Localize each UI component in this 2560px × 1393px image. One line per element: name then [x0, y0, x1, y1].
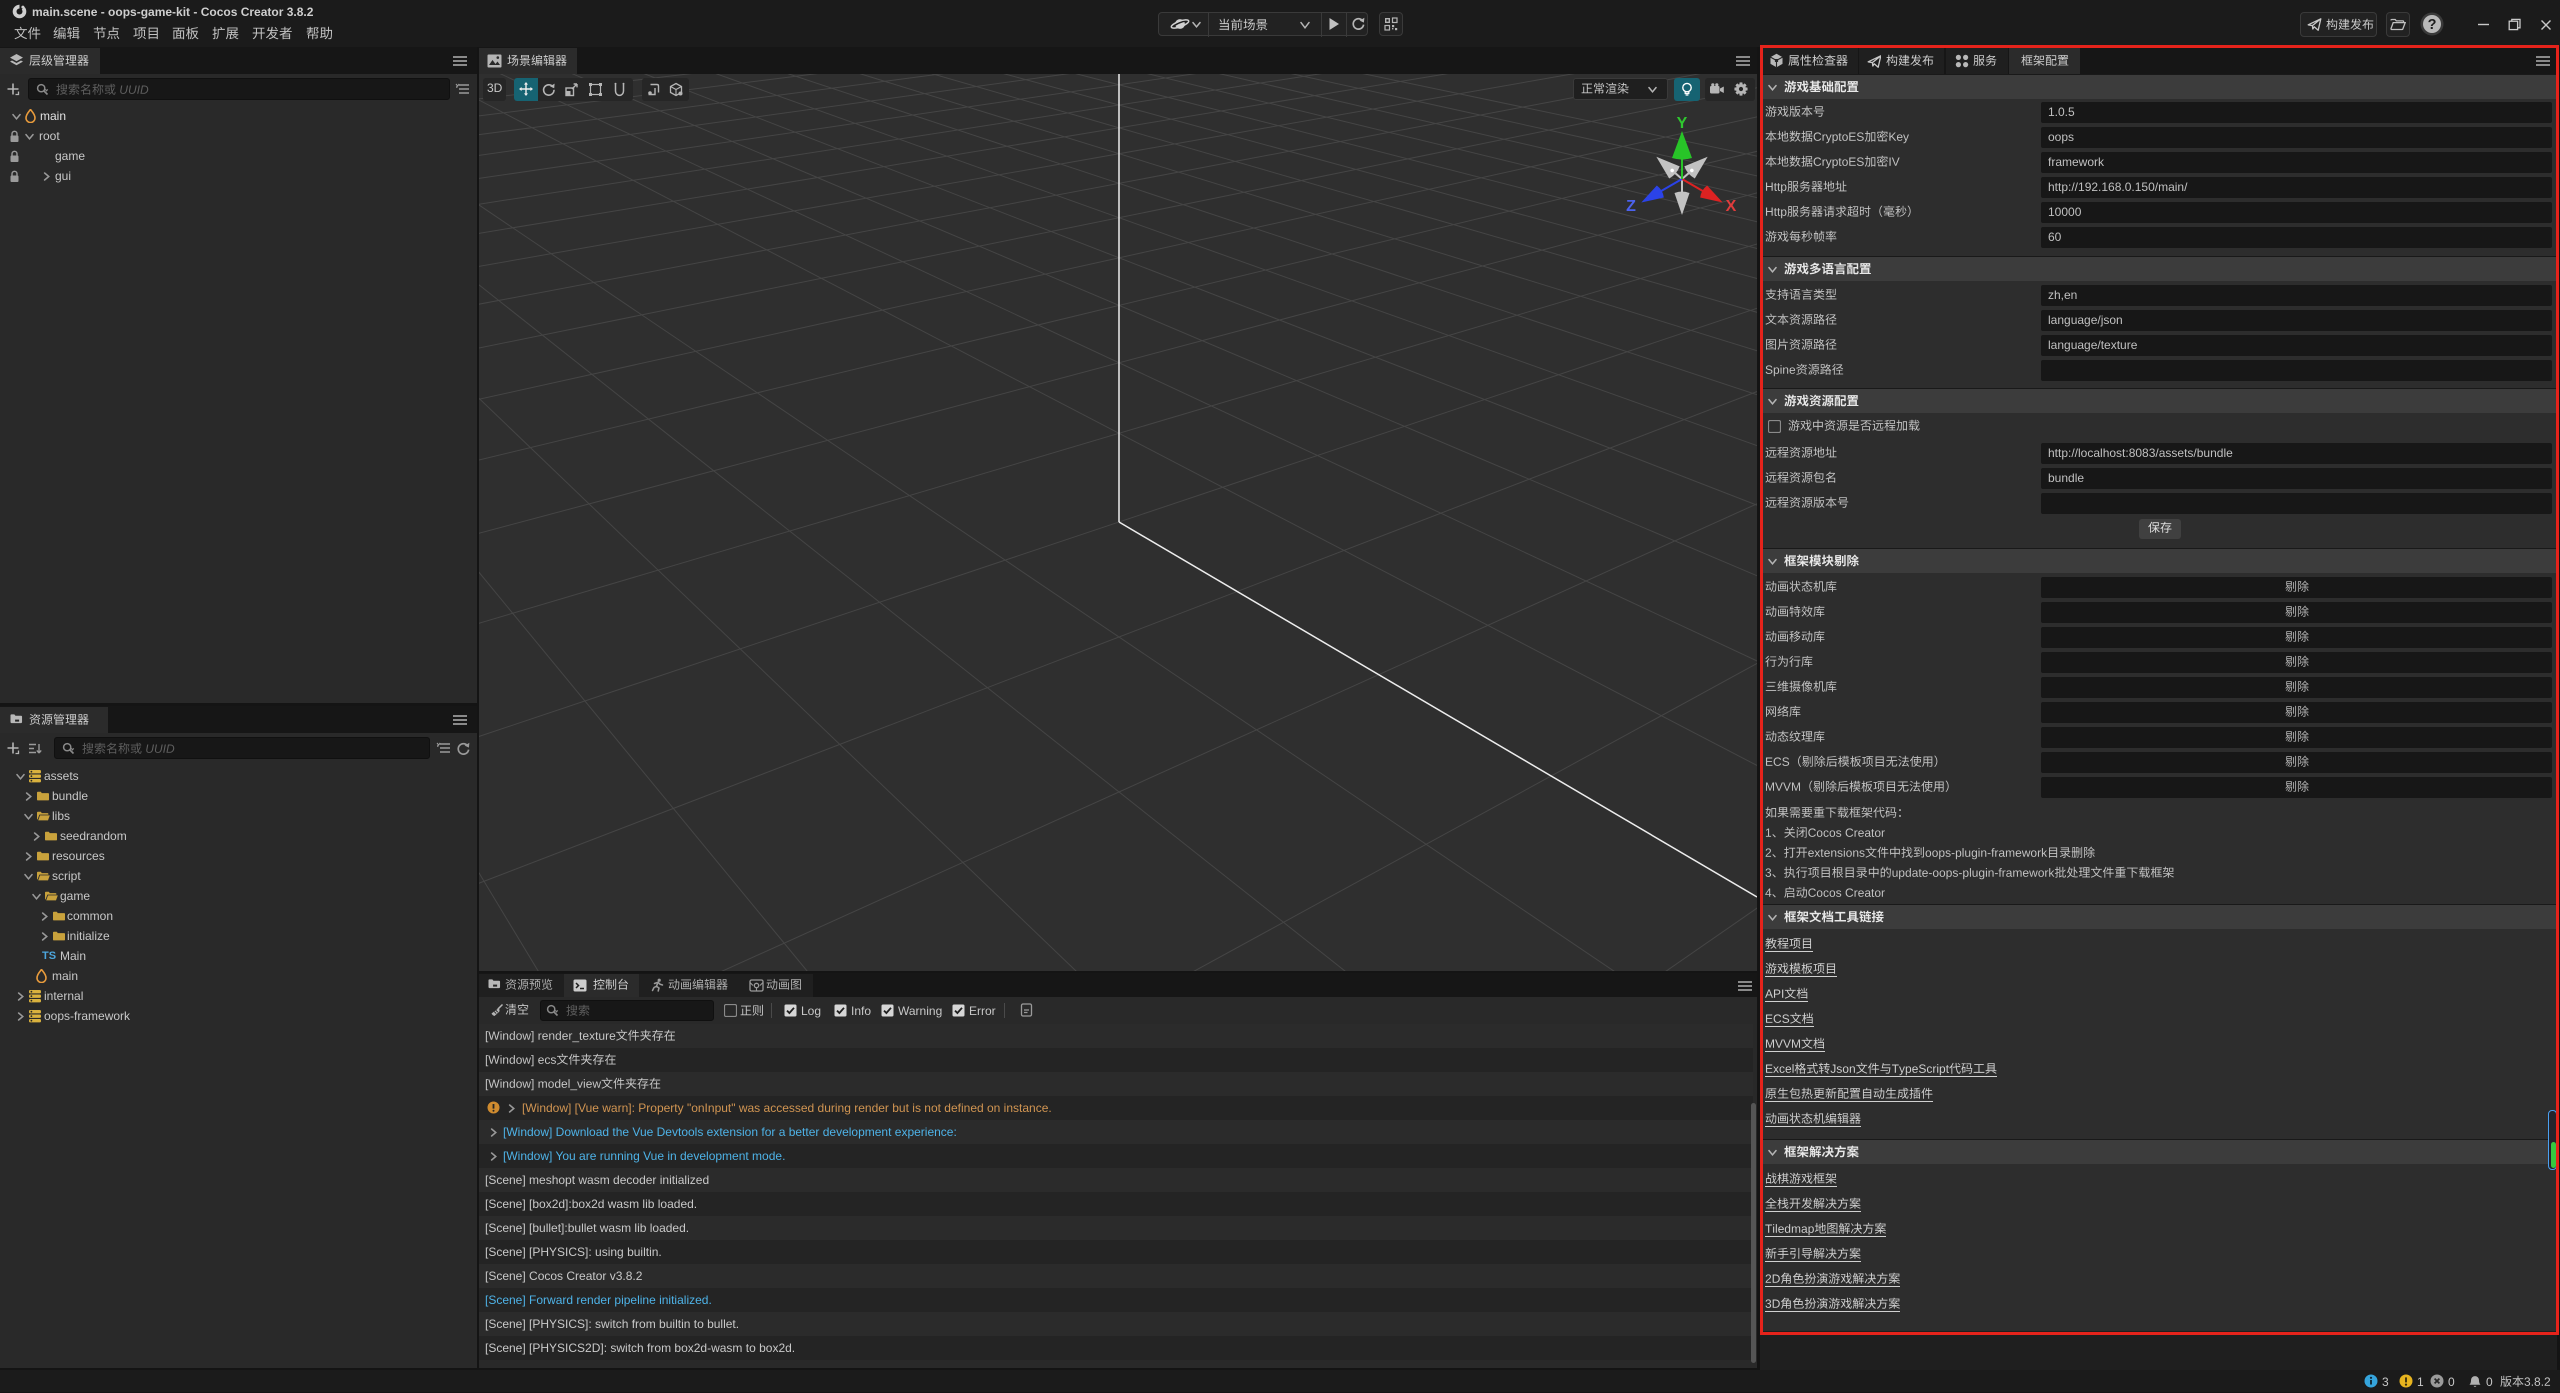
svg-text:Z: Z: [1626, 198, 1636, 215]
svg-text:?: ?: [2428, 17, 2437, 33]
svg-text:X: X: [1726, 198, 1737, 215]
svg-text:Y: Y: [1677, 115, 1688, 132]
